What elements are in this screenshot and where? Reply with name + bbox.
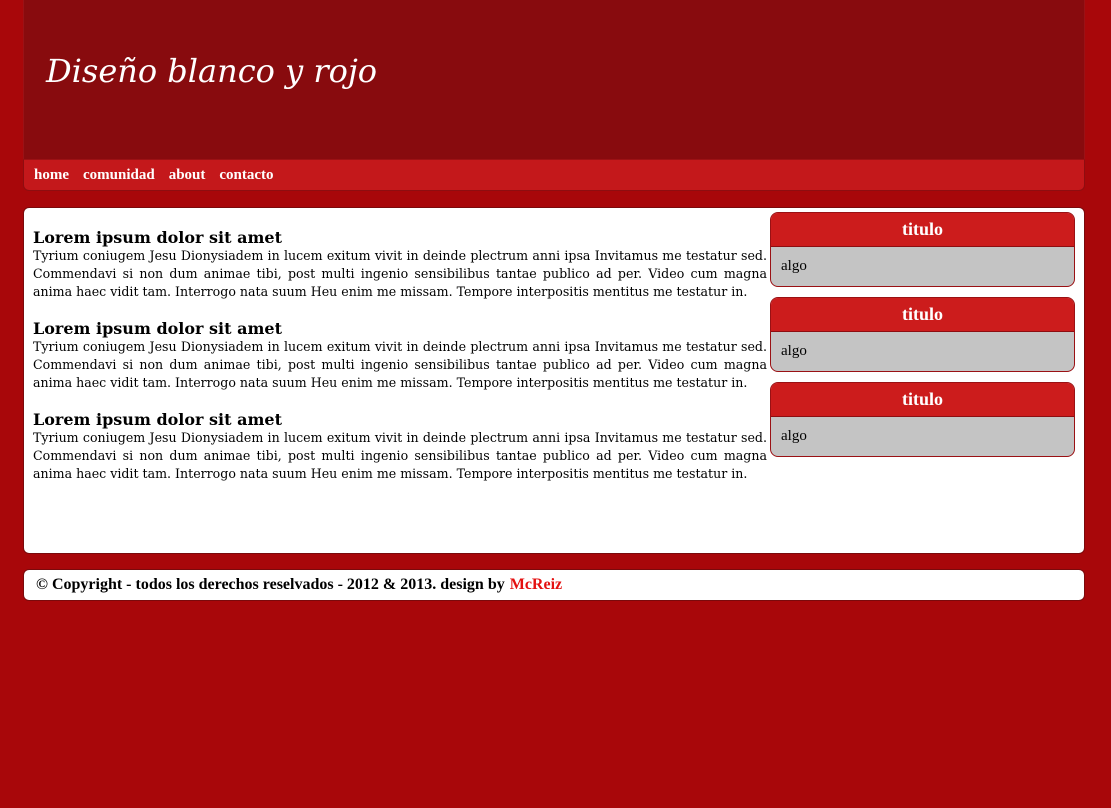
site-header: Diseño blanco y rojo [23,0,1085,159]
sidebar-box-body: algo [781,343,807,359]
sidebar: titulo algo titulo algo titulo algo [770,212,1075,467]
sidebar-box: titulo algo [770,212,1075,287]
sidebar-box-title: titulo [771,383,1074,417]
sidebar-box: titulo algo [770,297,1075,372]
post-title: Lorem ipsum dolor sit amet [33,319,282,338]
sidebar-box-body: algo [781,428,807,444]
post-body: Tyrium coniugem Jesu Dionysiadem in luce… [33,430,767,481]
nav-item-home[interactable]: home [34,167,69,184]
post: Lorem ipsum dolor sit amet Tyrium coniug… [33,410,767,483]
main-nav: home comunidad about contacto [23,159,1085,191]
author-link[interactable]: McReiz [510,576,562,594]
post-title: Lorem ipsum dolor sit amet [33,410,282,429]
page-wrapper: Diseño blanco y rojo home comunidad abou… [23,0,1085,601]
post: Lorem ipsum dolor sit amet Tyrium coniug… [33,228,767,301]
content-panel: Lorem ipsum dolor sit amet Tyrium coniug… [23,207,1085,554]
nav-item-contacto[interactable]: contacto [219,167,273,184]
sidebar-box-title: titulo [771,298,1074,332]
post-body: Tyrium coniugem Jesu Dionysiadem in luce… [33,248,767,299]
nav-item-about[interactable]: about [169,167,206,184]
post: Lorem ipsum dolor sit amet Tyrium coniug… [33,319,767,392]
site-footer: © Copyright - todos los derechos reselva… [23,569,1085,601]
sidebar-box-body: algo [781,258,807,274]
sidebar-box: titulo algo [770,382,1075,457]
nav-item-comunidad[interactable]: comunidad [83,167,155,184]
site-title: Diseño blanco y rojo [46,52,378,90]
sidebar-box-title: titulo [771,213,1074,247]
copyright-text: © Copyright - todos los derechos reselva… [36,576,505,593]
post-body: Tyrium coniugem Jesu Dionysiadem in luce… [33,339,767,390]
main-column: Lorem ipsum dolor sit amet Tyrium coniug… [33,228,767,501]
post-title: Lorem ipsum dolor sit amet [33,228,282,247]
